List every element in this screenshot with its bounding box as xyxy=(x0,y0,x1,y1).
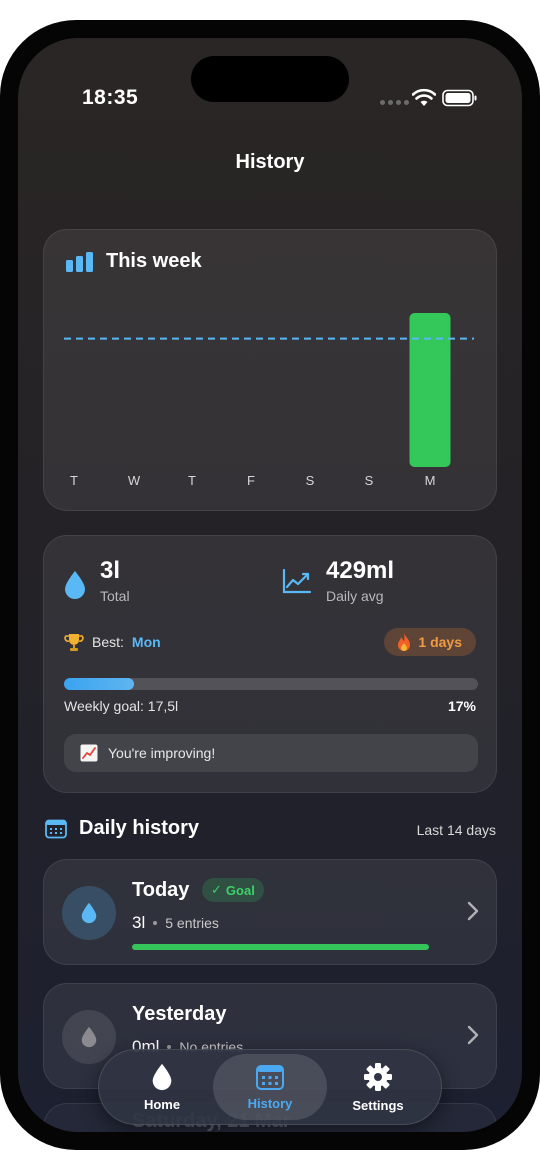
best-value: Mon xyxy=(131,634,161,650)
weekly-goal-label: Weekly goal: 17,5l xyxy=(64,698,179,714)
water-drop-icon xyxy=(81,1026,97,1048)
chevron-right-icon xyxy=(467,1025,479,1045)
tab-settings[interactable]: Settings xyxy=(321,1054,435,1120)
status-time: 18:35 xyxy=(82,86,139,109)
history-range-label: Last 14 days xyxy=(416,822,496,838)
weekly-chart-title: This week xyxy=(106,250,202,272)
day-title: Today xyxy=(132,879,190,901)
page-title: History xyxy=(235,151,305,173)
day-title: Yesterday xyxy=(132,1003,227,1025)
gear-icon xyxy=(364,1062,392,1091)
streak-badge: 1 days xyxy=(384,628,476,656)
weekly-chart-header: This week xyxy=(66,250,202,273)
total-label: Total xyxy=(100,588,130,605)
day-drop-avatar xyxy=(62,1010,116,1064)
day-progress-bar xyxy=(132,944,429,950)
day-amount: 3l 5 entries xyxy=(132,913,219,933)
goal-badge-text: Goal xyxy=(225,882,255,898)
battery-icon xyxy=(442,89,477,107)
tab-settings-label: Settings xyxy=(352,1097,404,1113)
dynamic-island xyxy=(191,56,349,102)
day-drop-avatar xyxy=(62,886,116,940)
fire-icon xyxy=(398,633,411,651)
day-amount-value: 3l xyxy=(132,913,146,932)
streak-text: 1 days xyxy=(418,634,462,650)
calendar-icon xyxy=(256,1064,284,1090)
weekly-goal-percent: 17% xyxy=(447,698,476,714)
weekly-goal-progress xyxy=(64,678,478,690)
water-drop-icon xyxy=(152,1063,172,1090)
daily-avg-stat: 429ml Daily avg xyxy=(282,557,395,605)
chevron-right-icon xyxy=(467,901,479,921)
tab-history[interactable]: History xyxy=(213,1054,327,1120)
chart-day-label: S xyxy=(306,473,315,488)
bar-chart-icon xyxy=(66,251,93,272)
phone-frame: 18:35 History T W T F S S M This week 3l Total… xyxy=(0,20,540,1150)
checkmark-icon: ✓ xyxy=(211,882,222,897)
best-day: Best: Mon xyxy=(64,632,161,652)
tab-history-label: History xyxy=(247,1095,293,1111)
separator-dot xyxy=(153,921,158,925)
chart-day-label: T xyxy=(188,473,196,488)
wifi-icon xyxy=(412,88,436,106)
day-entries: 5 entries xyxy=(165,915,219,931)
daily-history-header: Daily history xyxy=(45,817,199,840)
weekly-chart-card: T W T F S S M This week xyxy=(43,229,497,511)
water-drop-icon xyxy=(81,902,97,924)
calendar-icon xyxy=(45,819,67,838)
total-stat: 3l Total xyxy=(64,557,130,605)
improving-text: You're improving! xyxy=(108,745,216,761)
trophy-icon xyxy=(64,634,84,651)
app-screen: 18:35 History T W T F S S M This week 3l Total… xyxy=(18,38,522,1132)
chart-day-label: W xyxy=(128,473,141,488)
tab-home-label: Home xyxy=(143,1096,181,1112)
chart-day-label: T xyxy=(70,473,78,488)
chart-increasing-icon xyxy=(80,744,98,762)
tab-bar: Home History Settings xyxy=(98,1049,442,1125)
tab-home[interactable]: Home xyxy=(105,1054,219,1120)
daily-history-title: Daily history xyxy=(79,817,200,839)
goal-reached-badge: ✓ Goal xyxy=(202,878,264,902)
water-drop-icon xyxy=(65,571,85,599)
chart-bar xyxy=(409,313,451,467)
cellular-signal-icon xyxy=(380,100,409,105)
day-row-today[interactable]: Today ✓ Goal 3l 5 entries xyxy=(43,859,497,965)
chart-day-label: S xyxy=(365,473,374,488)
improving-banner: You're improving! xyxy=(64,734,478,772)
chart-day-label: M xyxy=(425,473,436,488)
chart-day-label: F xyxy=(247,473,255,488)
best-label: Best: xyxy=(92,634,124,650)
stats-card: 3l Total 429ml Daily avg Best: Mon 1 day… xyxy=(43,535,497,793)
total-value: 3l xyxy=(100,557,121,584)
daily-avg-value: 429ml xyxy=(326,557,395,584)
trend-chart-icon xyxy=(282,568,312,594)
weekly-goal-progress-fill xyxy=(64,678,135,690)
daily-avg-label: Daily avg xyxy=(326,588,384,605)
